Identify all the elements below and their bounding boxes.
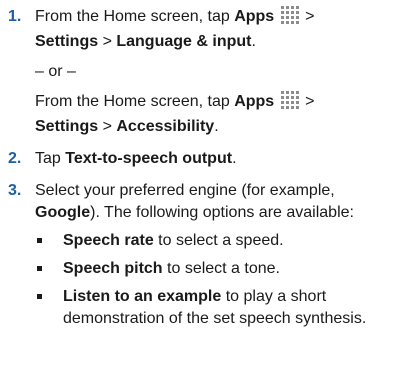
separator: > bbox=[300, 8, 315, 25]
list-item: Listen to an example to play a short dem… bbox=[35, 286, 388, 330]
period: . bbox=[214, 118, 219, 135]
bullet-icon bbox=[37, 266, 42, 271]
separator: > bbox=[300, 93, 315, 110]
option-label: Speech pitch bbox=[63, 260, 163, 277]
step-2: 2. Tap Text-to-speech output. bbox=[0, 148, 388, 170]
step-1-primary-instruction: From the Home screen, tap Apps > Setting… bbox=[35, 6, 388, 53]
option-description: to select a speed. bbox=[153, 232, 284, 249]
google-engine-label: Google bbox=[35, 204, 91, 221]
instruction-text: Select your preferred engine (for exampl… bbox=[35, 182, 335, 199]
instruction-text: ). The following options are available: bbox=[90, 204, 354, 221]
option-label: Speech rate bbox=[63, 232, 154, 249]
apps-label: Apps bbox=[234, 8, 275, 25]
text-to-speech-output-label: Text-to-speech output bbox=[65, 150, 233, 167]
accessibility-label: Accessibility bbox=[116, 118, 215, 135]
bullet-icon bbox=[37, 294, 42, 299]
step-number: 2. bbox=[8, 150, 22, 167]
step-3: 3. Select your preferred engine (for exa… bbox=[0, 180, 388, 330]
option-description: to select a tone. bbox=[162, 260, 280, 277]
apps-grid-icon bbox=[280, 91, 299, 116]
list-item: Speech pitch to select a tone. bbox=[35, 258, 388, 280]
step-2-instruction: Tap Text-to-speech output. bbox=[35, 148, 388, 170]
step-1: 1. From the Home screen, tap Apps > Sett… bbox=[0, 6, 388, 138]
period: . bbox=[232, 150, 237, 167]
apps-label: Apps bbox=[234, 93, 275, 110]
apps-grid-icon bbox=[280, 6, 299, 31]
bullet-icon bbox=[37, 238, 42, 243]
instruction-text: From the Home screen, tap bbox=[35, 8, 235, 25]
settings-label: Settings bbox=[35, 118, 99, 135]
separator: > bbox=[98, 118, 117, 135]
instruction-text: From the Home screen, tap bbox=[35, 93, 235, 110]
instruction-text: Tap bbox=[35, 150, 66, 167]
settings-label: Settings bbox=[35, 33, 99, 50]
period: . bbox=[251, 33, 256, 50]
list-item: Speech rate to select a speed. bbox=[35, 230, 388, 252]
language-input-label: Language & input bbox=[116, 33, 252, 50]
step-number: 3. bbox=[8, 182, 22, 199]
step-1-alternate-instruction: From the Home screen, tap Apps > Setting… bbox=[35, 91, 388, 138]
separator: > bbox=[98, 33, 117, 50]
step-number: 1. bbox=[8, 8, 22, 25]
options-list: Speech rate to select a speed. Speech pi… bbox=[35, 230, 388, 330]
option-label: Listen to an example bbox=[63, 288, 222, 305]
instruction-page: 1. From the Home screen, tap Apps > Sett… bbox=[0, 0, 396, 390]
step-3-instruction: Select your preferred engine (for exampl… bbox=[35, 180, 388, 224]
or-divider: – or – bbox=[35, 63, 76, 80]
